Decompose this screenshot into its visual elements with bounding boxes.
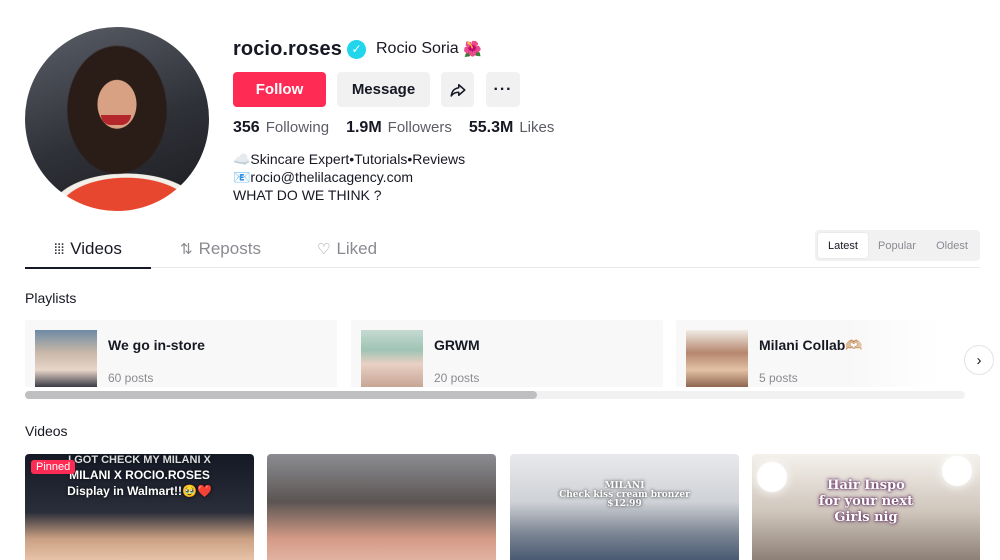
more-options-button[interactable]: ··· xyxy=(486,72,520,107)
playlist-thumbnail xyxy=(35,330,97,387)
playlist-name: We go in-store xyxy=(108,337,205,353)
stat-label: Likes xyxy=(519,119,555,136)
playlist-next-button[interactable]: › xyxy=(964,345,994,375)
stat-likes: 55.3M Likes xyxy=(469,119,555,137)
share-icon xyxy=(450,83,465,97)
stat-value: 1.9M xyxy=(346,119,382,136)
playlist-count: 60 posts xyxy=(108,371,154,385)
video-thumbnail[interactable] xyxy=(267,454,496,560)
profile-stats: 356 Following 1.9M Followers 55.3M Likes xyxy=(233,119,571,137)
chevron-right-icon: › xyxy=(976,351,982,369)
stat-following[interactable]: 356 Following xyxy=(233,119,329,137)
nickname-emoji: 🌺 xyxy=(463,41,482,58)
sort-latest[interactable]: Latest xyxy=(818,233,868,258)
playlist-count: 5 posts xyxy=(759,371,798,385)
profile-bio: ☁️Skincare Expert•Tutorials•Reviews 📧roc… xyxy=(233,150,465,204)
playlist-thumbnail xyxy=(686,330,748,387)
video-caption: for your next xyxy=(818,494,914,509)
video-thumbnail[interactable]: Hair Inspo for your next Girls nig xyxy=(752,454,980,560)
playlist-card[interactable]: GRWM 20 posts xyxy=(351,320,663,387)
stat-value: 356 xyxy=(233,119,260,136)
sort-popular[interactable]: Popular xyxy=(871,233,923,258)
bio-email: 📧rocio@thelilacagency.com xyxy=(233,169,414,185)
message-button[interactable]: Message xyxy=(337,72,430,107)
video-caption: Girls nig xyxy=(834,510,898,525)
video-caption: Display in Walmart!!🥹❤️ xyxy=(67,484,212,498)
heart-icon: ♡ xyxy=(317,241,331,258)
profile-avatar[interactable] xyxy=(25,27,209,211)
tab-reposts[interactable]: ⇅ Reposts xyxy=(180,230,261,268)
playlist-thumbnail xyxy=(361,330,423,387)
sort-toggle: Latest Popular Oldest xyxy=(815,230,980,261)
bio-line: ☁️Skincare Expert•Tutorials•Reviews xyxy=(233,151,466,167)
bio-line: WHAT DO WE THINK ? xyxy=(233,187,382,203)
playlist-fade xyxy=(846,320,964,387)
tab-liked[interactable]: ♡ Liked xyxy=(317,230,377,268)
grid-icon: ⦙⦙⦙ xyxy=(54,240,65,258)
video-caption: $12.99 xyxy=(607,499,642,509)
tab-label: Liked xyxy=(336,239,378,258)
repost-icon: ⇅ xyxy=(180,241,193,258)
video-caption: Hair Inspo xyxy=(827,478,905,493)
profile-nickname: Rocio Soria xyxy=(376,40,459,57)
stat-label: Followers xyxy=(387,119,452,136)
playlist-card[interactable]: We go in-store 60 posts xyxy=(25,320,337,387)
stat-label: Following xyxy=(265,119,330,136)
profile-username: rocio.roses xyxy=(233,38,342,60)
sort-oldest[interactable]: Oldest xyxy=(927,233,977,258)
playlist-name: GRWM xyxy=(434,337,480,353)
playlist-scrollbar[interactable] xyxy=(25,391,965,399)
more-icon: ··· xyxy=(493,80,513,98)
scrollbar-thumb[interactable] xyxy=(25,391,537,399)
verified-badge-icon: ✓ xyxy=(347,40,366,59)
pinned-badge: Pinned xyxy=(31,460,76,474)
stat-followers[interactable]: 1.9M Followers xyxy=(346,119,452,137)
share-button[interactable] xyxy=(441,72,474,107)
tab-label: Videos xyxy=(70,239,122,258)
tab-label: Reposts xyxy=(198,239,261,258)
playlist-count: 20 posts xyxy=(434,371,480,385)
video-thumbnail[interactable]: MILANI Check kiss cream bronzer $12.99 xyxy=(510,454,739,560)
tab-videos[interactable]: ⦙⦙⦙ Videos xyxy=(25,230,151,269)
videos-heading: Videos xyxy=(25,423,68,439)
follow-button[interactable]: Follow xyxy=(233,72,326,107)
playlists-heading: Playlists xyxy=(25,290,77,306)
video-thumbnail[interactable]: I GOT CHECK MY MILANI X MILANI X ROCIO.R… xyxy=(25,454,254,560)
stat-value: 55.3M xyxy=(468,119,514,136)
